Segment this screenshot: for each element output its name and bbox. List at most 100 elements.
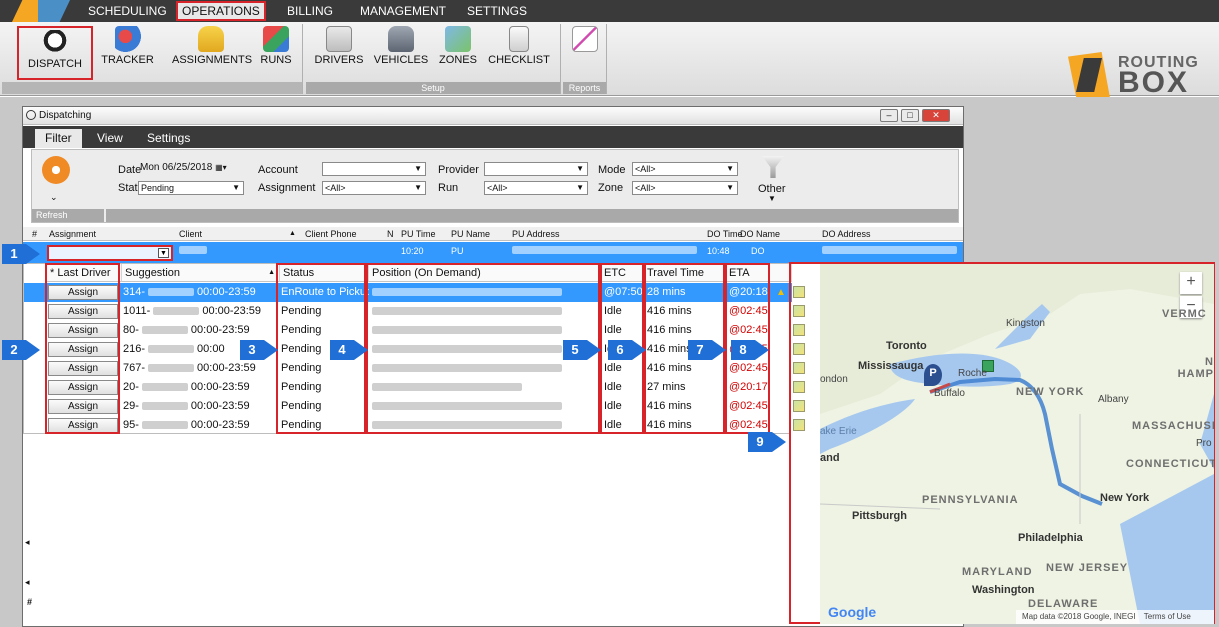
etc-cell: Idle (604, 362, 622, 374)
menu-settings[interactable]: SETTINGS (463, 3, 531, 20)
suggestion-row[interactable]: Assign 80- 00:00-23:59 Pending Idle 416 mins @… (24, 321, 805, 340)
travel-time-cell: 27 mins (647, 381, 686, 393)
tab-view[interactable]: View (87, 129, 133, 148)
col-pu-time[interactable]: PU Time (401, 227, 436, 241)
eta-cell: @02:45 (729, 324, 768, 336)
pickup-pin-icon[interactable]: P (924, 364, 942, 386)
col-status[interactable]: Status (280, 264, 369, 282)
map-icon[interactable] (793, 343, 805, 355)
col-assignment[interactable]: Assignment (49, 227, 96, 241)
status-select[interactable]: Pending ▼ (138, 181, 244, 195)
dispatch-button[interactable]: DISPATCH (17, 26, 93, 80)
col-eta[interactable]: ETA (726, 264, 792, 282)
suggestion-row[interactable]: Assign 314- 00:00-23:59 EnRoute to Pickup @0… (24, 283, 805, 302)
assign-button[interactable]: Assign (48, 399, 118, 414)
col-travel-time[interactable]: Travel Time (644, 264, 726, 282)
col-pu-name[interactable]: PU Name (451, 227, 490, 241)
tab-settings[interactable]: Settings (137, 129, 200, 148)
col-last-driver[interactable]: * Last Driver (47, 264, 122, 282)
travel-time-cell: 416 mins (647, 400, 692, 412)
suggestion-window: 00:00-23:59 (190, 381, 250, 393)
scroll-left-icon[interactable]: ◂ (25, 537, 30, 548)
tab-filter[interactable]: Filter (35, 129, 82, 148)
mode-select[interactable]: <All> ▼ (632, 162, 738, 176)
zone-select[interactable]: <All> ▼ (632, 181, 738, 195)
assignment-value: <All> (325, 183, 346, 193)
map-icon[interactable] (793, 419, 805, 431)
suggestion-row[interactable]: Assign 20- 00:00-23:59 Pending Idle 27 mins @2… (24, 378, 805, 397)
assign-button[interactable]: Assign (48, 323, 118, 338)
window-titlebar: Dispatching – □ ✕ (23, 107, 963, 125)
map-icon[interactable] (793, 381, 805, 393)
map-label-mississauga: Mississauga (858, 360, 924, 372)
map-icon[interactable] (793, 286, 805, 298)
menu-management[interactable]: MANAGEMENT (356, 3, 450, 20)
col-client[interactable]: Client (179, 227, 202, 241)
menu-billing[interactable]: BILLING (283, 3, 337, 20)
menu-scheduling[interactable]: SCHEDULING (84, 3, 171, 20)
zones-button[interactable]: ZONES (436, 24, 480, 76)
menu-operations[interactable]: OPERATIONS (176, 1, 266, 21)
run-select[interactable]: <All> ▼ (484, 181, 588, 195)
suggestion-row[interactable]: Assign 29- 00:00-23:59 Pending Idle 416 mins @… (24, 397, 805, 416)
travel-time-cell: 28 mins (647, 286, 686, 298)
col-do-time[interactable]: DO Time (707, 227, 743, 241)
provider-select[interactable]: ▼ (484, 162, 588, 176)
account-select[interactable]: ▼ (322, 162, 426, 176)
terms-of-use-link[interactable]: Terms of Use (1144, 612, 1191, 621)
suggestion-row[interactable]: Assign 95- 00:00-23:59 Pending Idle 416 mins @… (24, 416, 805, 435)
assignments-label: ASSIGNMENTS (172, 54, 253, 66)
etc-cell: Idle (604, 419, 622, 431)
col-suggestion[interactable]: Suggestion ▲ (122, 264, 280, 282)
assignment-dropdown[interactable]: ▼ (47, 245, 173, 261)
eta-cell: @20:18 (729, 286, 768, 298)
col-etc[interactable]: ETC (601, 264, 644, 282)
funnel-filter-icon[interactable] (762, 156, 784, 178)
assign-button[interactable]: Assign (48, 361, 118, 376)
runs-button[interactable]: RUNS (256, 24, 296, 76)
col-position[interactable]: Position (On Demand) (369, 264, 601, 282)
suggestion-grid: * Last Driver Suggestion ▲ Status Positio… (23, 263, 805, 435)
assignments-button[interactable]: ASSIGNMENTS (172, 24, 253, 76)
scroll-left-icon[interactable]: ◂ (25, 577, 30, 588)
google-logo: Google (828, 604, 877, 620)
map-icon[interactable] (793, 305, 805, 317)
assignment-select[interactable]: <All> ▼ (322, 181, 426, 195)
vehicles-button[interactable]: VEHICLES (372, 24, 430, 76)
route-map[interactable]: P + − Toronto Mississauga Kingston Roche… (820, 264, 1214, 624)
tracker-button[interactable]: TRACKER (100, 24, 155, 76)
checklist-button[interactable]: CHECKLIST (486, 24, 552, 76)
assign-button[interactable]: Assign (48, 342, 118, 357)
col-n[interactable]: N (387, 227, 394, 241)
runs-label: RUNS (260, 54, 292, 66)
pu-name-cell: PU (451, 246, 464, 256)
reports-button[interactable] (570, 24, 600, 76)
map-label-new-jersey: NEW JERSEY (1046, 562, 1129, 574)
assign-button[interactable]: Assign (48, 285, 118, 300)
refresh-icon[interactable] (42, 156, 70, 184)
tracker-label: TRACKER (101, 54, 154, 66)
table-row-selected[interactable]: ▼ 10:20 PU 10:48 DO (23, 242, 963, 264)
map-icon[interactable] (793, 324, 805, 336)
assign-button[interactable]: Assign (48, 380, 118, 395)
maximize-button[interactable]: □ (901, 109, 919, 122)
col-pu-address[interactable]: PU Address (512, 227, 560, 241)
suggestion-row[interactable]: Assign216-00:00PendingIdle416 mins@02:45 (24, 340, 805, 359)
callout-arrow (264, 340, 278, 360)
window-tabs: Filter View Settings (23, 126, 963, 148)
suggestion-row[interactable]: Assign 767- 00:00-23:59 Pending Idle 416 mins… (24, 359, 805, 378)
col-do-name[interactable]: DO Name (740, 227, 780, 241)
assign-button[interactable]: Assign (48, 304, 118, 319)
assign-button[interactable]: Assign (48, 418, 118, 433)
minimize-button[interactable]: – (880, 109, 898, 122)
col-do-address[interactable]: DO Address (822, 227, 871, 241)
map-icon[interactable] (793, 362, 805, 374)
drivers-button[interactable]: DRIVERS (312, 24, 366, 76)
suggestion-row[interactable]: Assign 1011- 00:00-23:59 Pending Idle 416 min… (24, 302, 805, 321)
date-picker[interactable]: Mon 06/25/2018 ▦▾ (138, 162, 242, 176)
col-client-phone[interactable]: Client Phone (305, 227, 357, 241)
close-button[interactable]: ✕ (922, 109, 950, 122)
map-icon[interactable] (793, 400, 805, 412)
zone-value: <All> (635, 183, 656, 193)
zoom-in-button[interactable]: + (1180, 272, 1202, 294)
